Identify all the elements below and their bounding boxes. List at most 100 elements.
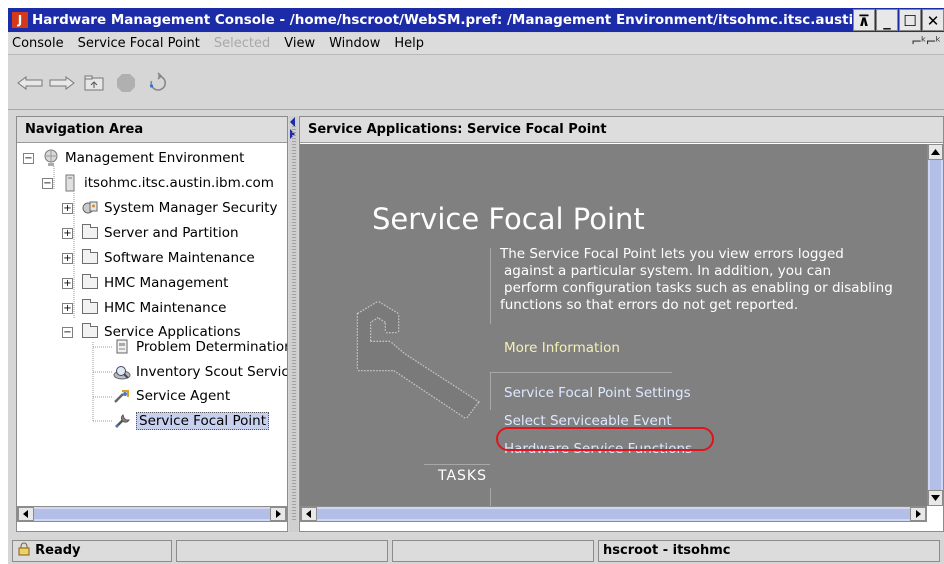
tree-item-hmc-management[interactable]: + HMC Management <box>62 272 228 294</box>
window-controls: ⊼ _ ☐ ✕ <box>852 8 944 32</box>
tree-item-label: Server and Partition <box>104 225 239 241</box>
detach-icons[interactable]: ⌐ᵏ⌐ᵏ <box>911 35 941 50</box>
document-icon <box>113 338 131 356</box>
collapse-icon[interactable]: − <box>42 177 53 189</box>
navigation-panel: Navigation Area − Management Environment… <box>16 116 288 532</box>
description: The Service Focal Point lets you view er… <box>500 246 925 314</box>
tree-item-label: Inventory Scout Services <box>136 364 287 380</box>
folder-icon <box>81 299 99 317</box>
inventory-icon <box>113 363 131 381</box>
page-title: Service Focal Point <box>372 202 645 236</box>
tree-item-label: System Manager Security <box>104 200 278 216</box>
expand-icon[interactable]: + <box>62 252 73 264</box>
menu-bar: Console Service Focal Point Selected Vie… <box>8 33 944 55</box>
tree-item-server-and-partition[interactable]: + Server and Partition <box>62 222 239 244</box>
menu-window[interactable]: Window <box>329 36 380 51</box>
scroll-track[interactable] <box>317 509 910 519</box>
description-line: The Service Focal Point lets you view er… <box>500 246 844 262</box>
status-text: Ready <box>35 543 81 558</box>
title-bar[interactable]: J Hardware Management Console - /home/hs… <box>8 8 944 32</box>
navigation-header: Navigation Area <box>17 117 287 143</box>
divider <box>490 248 491 324</box>
java-app-icon: J <box>12 12 28 28</box>
scroll-right-button[interactable] <box>270 507 286 521</box>
navigation-horizontal-scrollbar[interactable] <box>17 506 287 522</box>
menu-selected: Selected <box>213 36 271 51</box>
expand-icon[interactable]: + <box>62 302 73 314</box>
menu-help[interactable]: Help <box>394 36 424 51</box>
tree-item-label: itsohmc.itsc.austin.ibm.com <box>84 175 274 191</box>
tree-item-label: Problem Determination <box>136 339 287 355</box>
main-horizontal-scrollbar[interactable] <box>300 506 927 522</box>
back-arrow-icon[interactable] <box>16 71 44 95</box>
tree-item-management-environment[interactable]: − Management Environment <box>23 147 244 169</box>
security-icon <box>81 199 99 217</box>
scroll-track[interactable] <box>34 509 270 519</box>
globe-icon <box>42 149 60 167</box>
scroll-track[interactable] <box>930 160 941 490</box>
tree-item-software-maintenance[interactable]: + Software Maintenance <box>62 247 255 269</box>
collapse-icon[interactable]: − <box>62 326 73 338</box>
divider <box>490 372 491 410</box>
collapse-icon[interactable]: − <box>23 152 34 164</box>
description-line: against a particular system. In addition… <box>504 263 832 279</box>
description-line: perform configuration tasks such as enab… <box>504 280 893 296</box>
divider <box>490 488 491 506</box>
main-vertical-scrollbar[interactable] <box>927 144 943 506</box>
tree-item-service-focal-point[interactable]: Service Focal Point <box>113 410 269 432</box>
tree-item-label: Service Agent <box>136 388 231 404</box>
expand-icon[interactable]: + <box>62 202 73 214</box>
task-service-focal-point-settings[interactable]: Service Focal Point Settings <box>504 385 691 401</box>
tree-item-label: Service Focal Point <box>136 412 269 430</box>
status-bar: Ready hscroot - itsohmc <box>8 537 944 564</box>
wrench-graphic-icon <box>356 300 480 420</box>
toolbar <box>8 56 944 110</box>
tree-item-hmc-maintenance[interactable]: + HMC Maintenance <box>62 297 226 319</box>
scroll-down-button[interactable] <box>928 490 943 506</box>
scroll-right-button[interactable] <box>910 507 926 521</box>
refresh-icon[interactable] <box>144 71 172 95</box>
up-folder-icon[interactable] <box>80 71 108 95</box>
close-button[interactable]: ✕ <box>922 9 944 31</box>
minimize-button[interactable]: _ <box>876 9 898 31</box>
divider <box>424 464 490 465</box>
agent-icon <box>113 387 131 405</box>
tree-item-inventory-scout-services[interactable]: Inventory Scout Services <box>113 361 287 383</box>
pin-button[interactable]: ⊼ <box>853 9 875 31</box>
wrench-icon <box>113 412 131 430</box>
folder-icon <box>81 224 99 242</box>
scroll-left-button[interactable] <box>301 507 317 521</box>
tree-item-hmc-host[interactable]: − itsohmc.itsc.austin.ibm.com <box>42 172 274 194</box>
stop-icon[interactable] <box>112 71 140 95</box>
scroll-left-button[interactable] <box>18 507 34 521</box>
tree-item-label: Management Environment <box>65 150 245 166</box>
main-panel-header: Service Applications: Service Focal Poin… <box>300 117 943 143</box>
expand-icon[interactable]: + <box>62 227 73 239</box>
menu-view[interactable]: View <box>284 36 315 51</box>
tree-item-system-manager-security[interactable]: + System Manager Security <box>62 197 278 219</box>
tree-item-label: Software Maintenance <box>104 250 255 266</box>
panel-splitter[interactable] <box>289 116 298 532</box>
scroll-up-button[interactable] <box>928 144 943 160</box>
tree-item-label: HMC Management <box>104 275 229 291</box>
folder-icon <box>81 323 99 341</box>
forward-arrow-icon[interactable] <box>48 71 76 95</box>
lock-icon <box>18 542 30 556</box>
maximize-button[interactable]: ☐ <box>899 9 921 31</box>
menu-service-focal-point[interactable]: Service Focal Point <box>78 36 200 51</box>
service-focal-point-content: Service Focal Point The Service Focal Po… <box>300 144 927 506</box>
window-title: Hardware Management Console - /home/hscr… <box>32 12 852 28</box>
main-panel: Service Applications: Service Focal Poin… <box>299 116 944 532</box>
tree-item-label: HMC Maintenance <box>104 300 227 316</box>
expand-icon[interactable]: + <box>62 277 73 289</box>
more-information-link[interactable]: More Information <box>504 340 620 356</box>
highlight-annotation <box>496 427 714 451</box>
hmc-window: J Hardware Management Console - /home/hs… <box>8 8 944 564</box>
tree-item-problem-determination[interactable]: Problem Determination <box>113 336 287 358</box>
tree-item-service-agent[interactable]: Service Agent <box>113 385 230 407</box>
description-line: functions so that errors do not get repo… <box>500 297 799 313</box>
folder-icon <box>81 249 99 267</box>
menu-console[interactable]: Console <box>12 36 64 51</box>
divider <box>490 372 672 373</box>
server-icon <box>61 174 79 192</box>
